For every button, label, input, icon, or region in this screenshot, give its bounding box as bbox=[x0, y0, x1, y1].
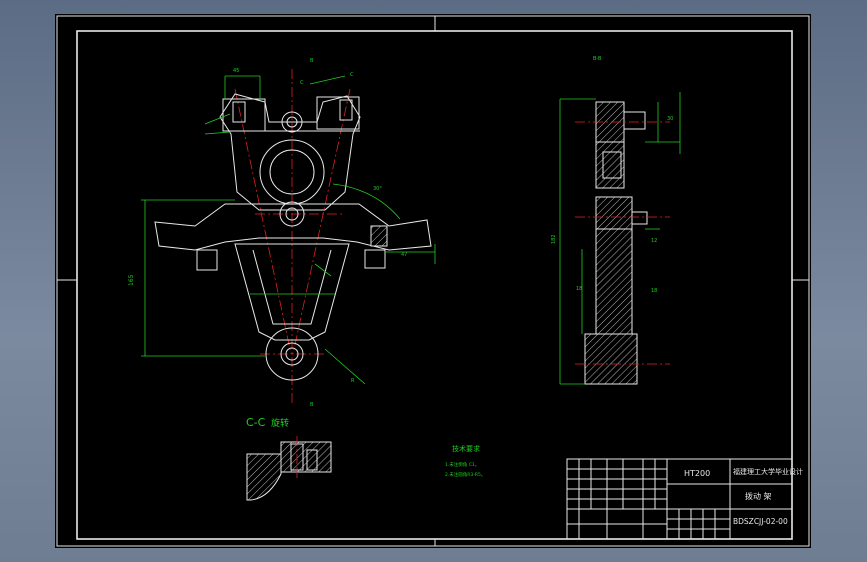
tech-heading: 技术要求 bbox=[452, 444, 480, 453]
svg-text:18: 18 bbox=[651, 288, 657, 294]
svg-text:C: C bbox=[350, 72, 354, 78]
svg-text:182: 182 bbox=[551, 234, 557, 244]
svg-text:C: C bbox=[300, 80, 304, 86]
outer-frame bbox=[56, 15, 810, 547]
tech-item-1: 1.未注倒角 C1。 bbox=[445, 461, 479, 468]
svg-text:45: 45 bbox=[233, 68, 239, 74]
svg-text:30°: 30° bbox=[373, 186, 382, 192]
title-block: HT200 福建理工大学毕业设计 拨动 架 BDSZCJJ-02-00 bbox=[566, 458, 803, 540]
svg-text:165: 165 bbox=[128, 274, 135, 286]
drawing-sheet: 165 45 C C 30° R 47 B B B-B 182 18 30 12… bbox=[55, 14, 811, 548]
main-view: 165 45 C C 30° R 47 B B bbox=[128, 58, 436, 408]
svg-text:R: R bbox=[351, 378, 355, 384]
part-name: 拨动 架 bbox=[745, 491, 772, 501]
svg-text:47: 47 bbox=[401, 252, 407, 258]
tech-item-2: 2.未注圆角R3-R5。 bbox=[445, 471, 485, 478]
svg-text:B: B bbox=[310, 58, 314, 64]
svg-text:12: 12 bbox=[651, 238, 657, 244]
material-label: HT200 bbox=[684, 469, 710, 478]
section-rotate-label: 旋转 bbox=[271, 417, 289, 429]
section-title: C-C bbox=[246, 416, 266, 429]
inner-frame bbox=[76, 30, 793, 540]
technical-requirements: 技术要求 1.未注倒角 C1。 2.未注圆角R3-R5。 bbox=[445, 444, 485, 478]
svg-text:B: B bbox=[310, 402, 314, 408]
svg-text:18: 18 bbox=[576, 286, 582, 292]
section-cc: C-C 旋转 bbox=[246, 416, 332, 501]
side-view: B-B 182 18 30 12 18 bbox=[551, 56, 681, 385]
school-name: 福建理工大学毕业设计 bbox=[733, 467, 803, 476]
drawing-number: BDSZCJJ-02-00 bbox=[733, 517, 788, 526]
cad-drawing: 165 45 C C 30° R 47 B B B-B 182 18 30 12… bbox=[56, 15, 810, 547]
svg-text:30: 30 bbox=[667, 116, 673, 122]
svg-text:B-B: B-B bbox=[593, 56, 602, 62]
